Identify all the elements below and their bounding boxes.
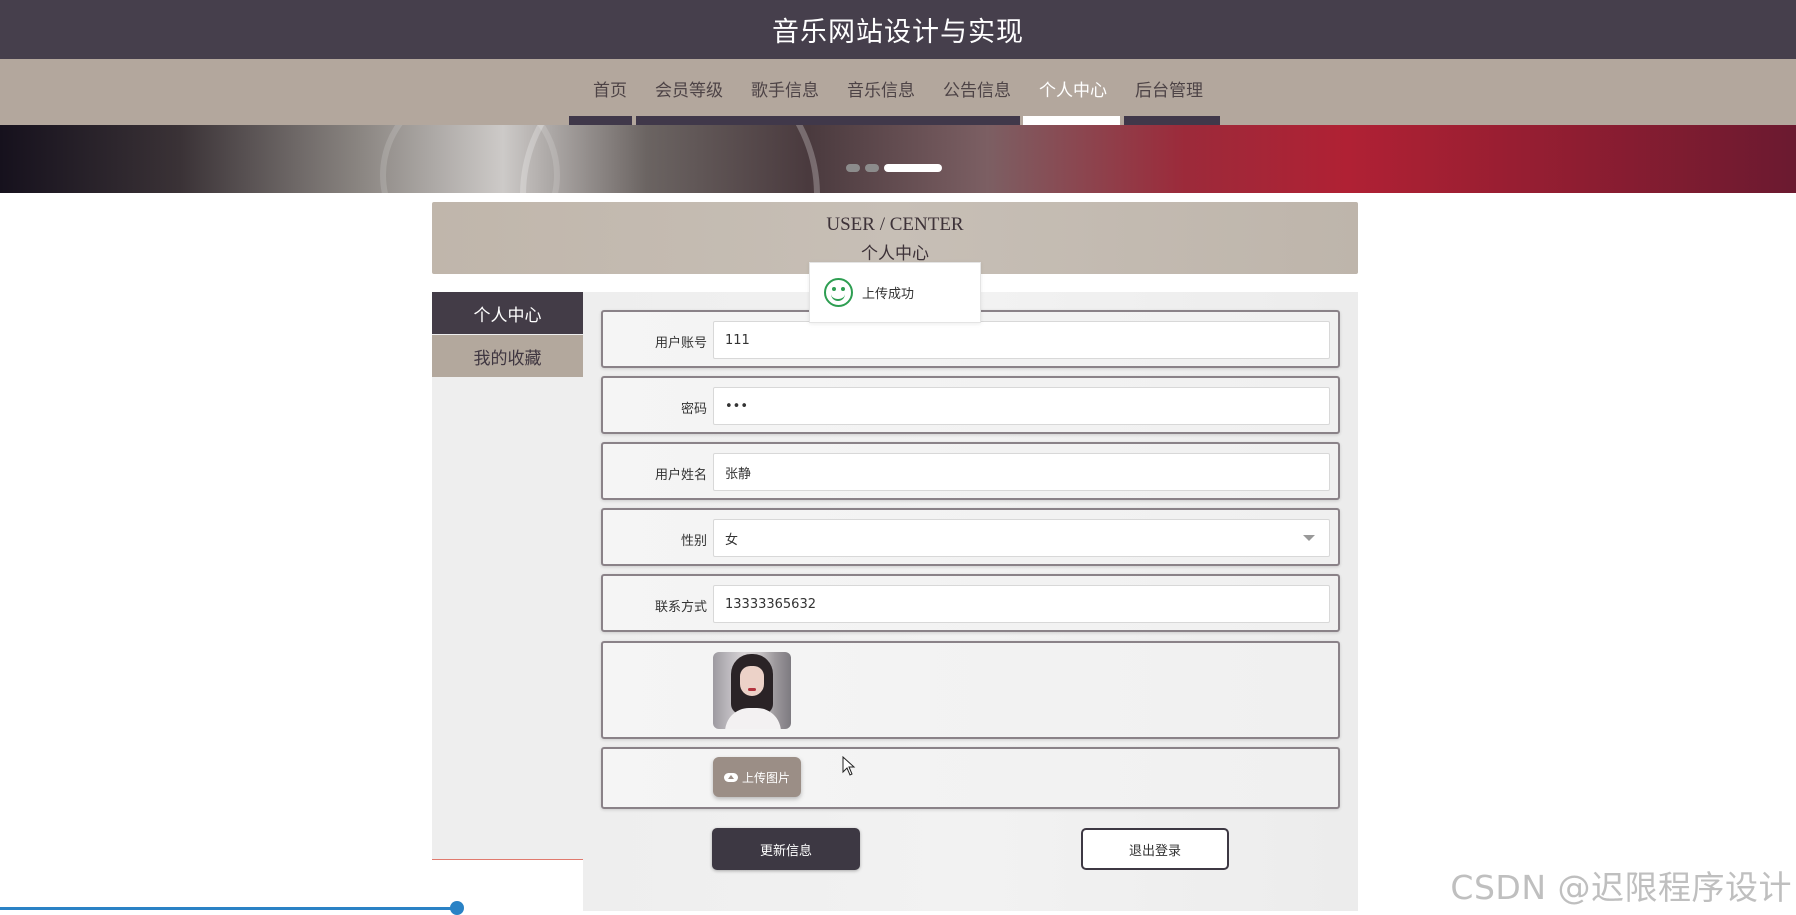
site-header: 音乐网站设计与实现 <box>0 0 1796 59</box>
smile-icon <box>824 278 853 307</box>
form-row-upload: 上传图片 <box>601 747 1340 809</box>
nav-indicator <box>569 116 632 125</box>
phone-input[interactable]: 13333365632 <box>713 585 1330 623</box>
section-title-cn: 个人中心 <box>861 244 929 264</box>
carousel-dot[interactable] <box>846 164 860 172</box>
password-label: 密码 <box>680 402 707 417</box>
toast-notification: 上传成功 <box>809 262 981 323</box>
sidebar: 个人中心 我的收藏 <box>432 292 583 860</box>
carousel-dot-active[interactable] <box>884 164 942 172</box>
sidebar-divider <box>432 859 583 860</box>
progress-bar[interactable] <box>0 907 458 910</box>
section-title-en: USER / CENTER <box>826 214 964 235</box>
form-row-avatar <box>601 641 1340 739</box>
upload-image-label: 上传图片 <box>741 770 790 785</box>
nav-item-member-level[interactable]: 会员等级 <box>641 76 737 101</box>
gender-value: 女 <box>725 532 739 548</box>
phone-label: 联系方式 <box>654 600 707 615</box>
password-input[interactable]: ••• <box>713 387 1330 425</box>
update-info-button[interactable]: 更新信息 <box>712 828 860 870</box>
upload-image-button[interactable]: 上传图片 <box>713 757 801 797</box>
hero-banner <box>0 125 1796 193</box>
nav-item-notices[interactable]: 公告信息 <box>929 76 1025 101</box>
name-input[interactable]: 张静 <box>713 453 1330 491</box>
profile-form: 用户账号 111 密码 ••• 用户姓名 张静 性别 女 联系方式 133333… <box>583 292 1358 911</box>
nav-indicator <box>1124 116 1220 125</box>
nav-item-home[interactable]: 首页 <box>579 76 641 101</box>
account-label: 用户账号 <box>654 336 707 351</box>
carousel-dot[interactable] <box>865 164 879 172</box>
mouse-cursor-icon <box>842 756 856 776</box>
carousel-dots <box>846 164 942 172</box>
nav-item-user-center[interactable]: 个人中心 <box>1025 76 1121 101</box>
nav-active-indicator <box>1023 116 1120 125</box>
name-label: 用户姓名 <box>654 468 707 483</box>
form-row-name: 用户姓名 张静 <box>601 442 1340 500</box>
toast-message: 上传成功 <box>862 287 915 302</box>
cloud-upload-icon <box>723 772 738 782</box>
nav-indicator <box>636 116 1020 125</box>
gender-label: 性别 <box>680 534 707 549</box>
sidebar-item-user-center[interactable]: 个人中心 <box>432 292 583 334</box>
watermark: CSDN @迟限程序设计 <box>1450 868 1792 907</box>
vinyl-shape <box>380 125 560 193</box>
avatar <box>713 652 791 729</box>
progress-handle[interactable] <box>450 901 464 915</box>
site-title: 音乐网站设计与实现 <box>772 17 1024 48</box>
gender-select[interactable]: 女 <box>713 519 1330 557</box>
nav-item-music[interactable]: 音乐信息 <box>833 76 929 101</box>
account-input[interactable]: 111 <box>713 321 1330 359</box>
nav-item-singers[interactable]: 歌手信息 <box>737 76 833 101</box>
form-row-phone: 联系方式 13333365632 <box>601 574 1340 632</box>
form-row-gender: 性别 女 <box>601 508 1340 566</box>
vinyl-shape <box>520 125 820 193</box>
logout-button[interactable]: 退出登录 <box>1081 828 1229 870</box>
main-nav: 首页 会员等级 歌手信息 音乐信息 公告信息 个人中心 后台管理 <box>0 59 1796 125</box>
nav-item-admin[interactable]: 后台管理 <box>1121 76 1217 101</box>
form-row-password: 密码 ••• <box>601 376 1340 434</box>
chevron-down-icon[interactable] <box>1303 535 1315 541</box>
sidebar-item-favorites[interactable]: 我的收藏 <box>432 335 583 377</box>
